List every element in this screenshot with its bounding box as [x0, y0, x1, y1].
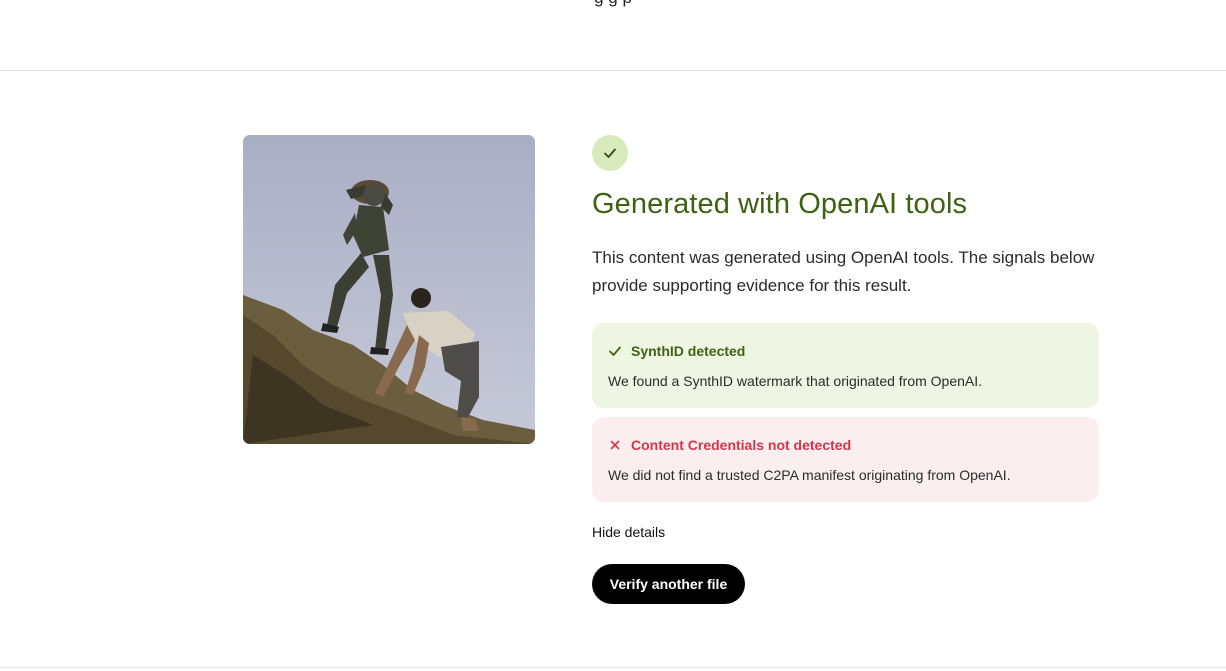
bottom-divider [0, 667, 1226, 668]
signal-card-synthid: SynthID detected We found a SynthID wate… [592, 323, 1099, 408]
signal-description: We found a SynthID watermark that origin… [608, 373, 983, 389]
truncated-heading-text: g g p [0, 0, 1226, 8]
signal-header: Content Credentials not detected [608, 437, 851, 453]
result-description: This content was generated using OpenAI … [592, 248, 1095, 295]
uploaded-image [243, 135, 535, 444]
hide-details-button[interactable]: Hide details [592, 524, 665, 540]
signal-header: SynthID detected [608, 343, 745, 359]
success-badge [592, 135, 628, 171]
top-section-edge: g g p [0, 0, 1226, 71]
check-icon [604, 148, 616, 158]
signal-title: SynthID detected [631, 343, 746, 359]
signal-title: Content Credentials not detected [631, 437, 852, 453]
check-icon [608, 344, 622, 358]
verify-another-file-button[interactable]: Verify another file [592, 564, 745, 604]
signal-card-content-credentials: Content Credentials not detected We did … [592, 417, 1099, 502]
cross-icon [608, 438, 622, 452]
result-title: Generated with OpenAI tools [592, 188, 968, 220]
signal-description: We did not find a trusted C2PA manifest … [608, 467, 1011, 483]
photo-illustration [243, 135, 535, 444]
